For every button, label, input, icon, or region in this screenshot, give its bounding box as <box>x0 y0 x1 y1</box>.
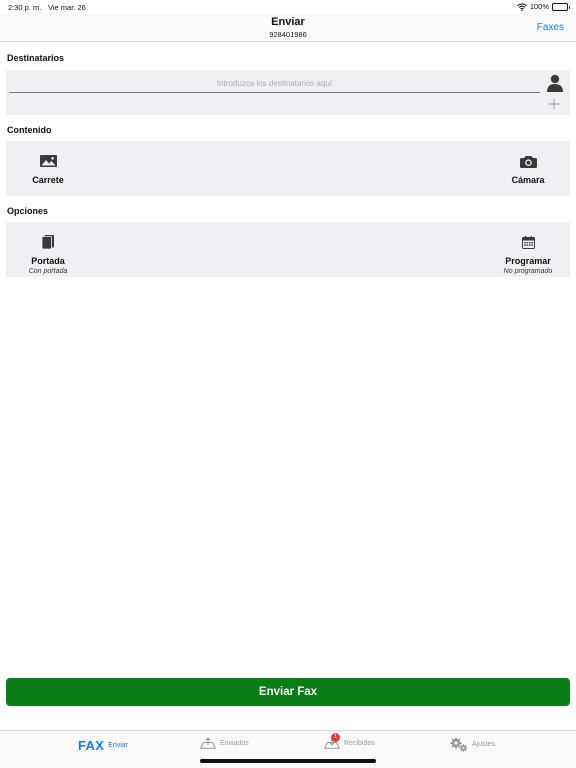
inbox-icon: 1 <box>324 733 340 749</box>
faxes-button[interactable]: Faxes <box>537 22 564 33</box>
tab-sent[interactable]: Enviados <box>200 737 249 749</box>
recipients-panel <box>6 70 570 115</box>
camera-roll-button[interactable]: Carrete <box>0 141 108 196</box>
camera-button[interactable]: Cámara <box>468 141 576 196</box>
status-right: 100% <box>516 2 570 11</box>
outbox-icon <box>200 737 216 749</box>
content-section-label: Contenido <box>7 125 52 135</box>
calendar-icon <box>521 234 535 250</box>
battery-icon <box>552 2 570 11</box>
tab-sent-label: Enviados <box>220 739 249 747</box>
content-panel: Carrete Cámara <box>6 141 570 196</box>
photo-icon <box>39 153 57 169</box>
tab-received[interactable]: 1 Recibidos <box>324 733 375 749</box>
cover-page-button[interactable]: Portada Con portada <box>0 222 108 277</box>
tab-settings-label: Ajustes <box>472 741 495 748</box>
options-section-label: Opciones <box>7 206 49 216</box>
tab-send[interactable]: FAX Enviar <box>78 738 128 753</box>
schedule-button[interactable]: Programar No programado <box>468 222 576 277</box>
add-recipient-icon[interactable] <box>548 98 560 110</box>
battery-percent: 100% <box>529 2 549 11</box>
tab-settings[interactable]: Ajustes <box>450 737 495 752</box>
tab-send-label: Enviar <box>108 742 129 749</box>
contact-icon[interactable] <box>546 74 564 92</box>
fax-logo: FAX <box>78 738 105 753</box>
fax-number: 928401986 <box>269 30 307 39</box>
camera-roll-label: Carrete <box>32 175 64 185</box>
recipients-section-label: Destinatarios <box>7 53 65 63</box>
options-panel: Portada Con portada Programar No program… <box>6 222 570 277</box>
camera-label: Cámara <box>511 175 545 185</box>
send-fax-button[interactable]: Enviar Fax <box>6 678 570 706</box>
navigation-bar: Enviar 928401986 Faxes <box>0 14 576 42</box>
status-date: Vie mar. 26 <box>48 3 86 12</box>
status-bar: 2:30 p. m. Vie mar. 26 100% <box>0 0 576 14</box>
cover-page-icon <box>42 234 54 250</box>
unread-badge: 1 <box>331 733 340 742</box>
page-title: Enviar <box>271 16 305 28</box>
recipients-input[interactable] <box>9 74 540 93</box>
cover-page-label: Portada <box>31 256 65 266</box>
schedule-label: Programar <box>505 256 551 266</box>
home-indicator <box>200 759 376 763</box>
cover-page-status: Con portada <box>28 268 68 275</box>
gears-icon <box>450 737 468 752</box>
schedule-status: No programado <box>503 268 553 275</box>
tab-received-label: Recibidos <box>344 739 375 747</box>
wifi-icon <box>516 3 527 11</box>
status-time: 2:30 p. m. <box>8 3 42 12</box>
camera-icon <box>519 153 537 169</box>
